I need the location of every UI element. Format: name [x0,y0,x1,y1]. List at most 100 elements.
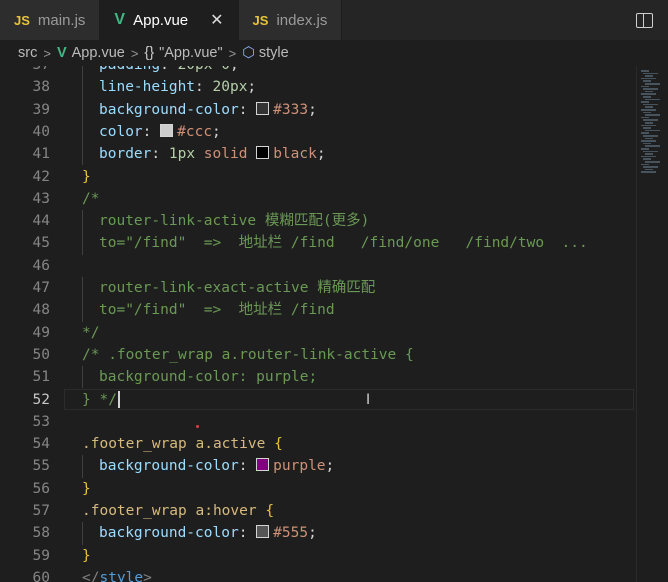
code-token: line-height [99,79,196,96]
line-number: 38 [32,79,50,96]
code-token: #333 [273,101,309,118]
minimap-line [641,124,656,127]
vue-file-icon: V [114,11,126,28]
code-line[interactable]: 57 .footer_wrap a:hover { [0,500,636,522]
code-token: ; [316,146,326,163]
code-line[interactable]: 39 background-color: #333; [0,98,636,121]
indent-guide [82,366,83,389]
indent-guide [82,143,83,166]
minimap-line [643,127,651,129]
color-swatch[interactable] [160,123,174,137]
breadcrumb-folder[interactable]: src [18,45,37,61]
minimap-line [643,88,658,90]
code-line[interactable]: 51 background-color: purple; [0,366,636,389]
color-swatch[interactable] [256,525,270,539]
code-line[interactable]: 49 */ [0,322,636,344]
code-line[interactable]: 58 background-color: #555; [0,522,636,545]
minimap-line [645,168,653,171]
minimap-line [641,101,649,103]
text-cursor [117,391,120,408]
code-token: </ [82,569,100,582]
tab-app-vue[interactable]: V App.vue ✕ [100,0,239,40]
code-line[interactable]: 48 to="/find" => 地址栏 /find [0,299,636,322]
code-text: } */ [82,389,120,411]
indent-guide [82,210,83,233]
minimap-line [645,145,660,147]
code-text: padding: 20px 0; [99,66,239,76]
indent-guide [82,66,83,77]
minimap-line [645,129,660,132]
code-line[interactable]: 46 [0,255,636,277]
code-token: /* [82,190,100,207]
minimap-line [645,83,660,85]
code-text: } [82,166,91,188]
close-icon[interactable]: ✕ [210,10,223,30]
minimap-line [645,75,653,77]
minimap-line [645,98,660,101]
breadcrumb-component[interactable]: "App.vue" [159,45,223,61]
code-line[interactable]: 50 /* .footer_wrap a.router-link-active { [0,344,636,366]
code-line[interactable]: 52} */ [0,388,636,411]
minimap-line [645,137,653,140]
code-token: background-color [99,101,239,118]
code-token: style [99,569,144,582]
line-number: 44 [32,213,50,230]
code-token: */ [82,324,100,341]
code-line[interactable]: 41 border: 1px solid black; [0,143,636,166]
line-number: 56 [32,480,50,497]
code-line[interactable]: 44 router-link-active 模糊匹配(更多) [0,210,636,233]
code-token: 0 [221,66,230,73]
code-line[interactable]: 59} [0,545,636,567]
code-line[interactable]: 45 to="/find" => 地址栏 /find /find/one /fin… [0,232,636,255]
code-token: purple [273,458,326,475]
line-number: 49 [32,324,50,341]
tab-index-js[interactable]: JS index.js [238,0,343,40]
breadcrumb-section[interactable]: style [259,45,289,61]
code-line[interactable]: 56} [0,478,636,500]
minimap-line [641,116,649,119]
tab-bar-empty-area [342,0,620,40]
line-number: 53 [32,413,50,430]
code-token: solid [203,146,248,163]
code-editor[interactable]: 37padding: 20px 0;38line-height: 20px;39… [0,66,636,582]
code-line[interactable]: 53 [0,411,636,433]
code-line[interactable]: 60 </style> [0,567,636,582]
color-swatch[interactable] [256,146,270,160]
line-number: 48 [32,302,50,319]
minimap-line [643,96,651,98]
minimap-line [645,153,653,155]
code-token: background-color [99,458,239,475]
current-line-highlight [64,388,634,410]
tab-label: App.vue [133,11,189,29]
code-text: .footer_wrap a:hover { [82,500,274,522]
code-line[interactable]: 55 background-color: purple; [0,455,636,478]
minimap-line [645,122,653,124]
code-text: line-height: 20px; [99,76,256,98]
minimap-line [643,103,658,106]
code-token: } [82,547,91,564]
split-editor-button[interactable] [620,0,668,40]
code-line[interactable]: 40 color: #ccc; [0,120,636,144]
code-token: 20px [212,79,248,96]
indent-guide [82,120,83,144]
minimap-line [641,140,656,142]
minimap-line [641,155,656,158]
editor-tab-bar: JS main.js V App.vue ✕ JS index.js [0,0,668,40]
minimap[interactable] [636,66,668,582]
minimap-line [645,161,660,163]
breadcrumb-file[interactable]: App.vue [72,45,125,61]
code-text: to="/find" => 地址栏 /find /find/one /find/… [99,232,588,254]
code-line[interactable]: 43 /* [0,188,636,210]
tab-main-js[interactable]: JS main.js [0,0,101,40]
code-token: black [273,146,317,163]
code-token: } */ [82,391,117,408]
code-line[interactable]: 38 line-height: 20px; [0,76,636,99]
code-line[interactable]: 47 router-link-exact-active 精确匹配 [0,277,636,300]
color-swatch[interactable] [256,101,270,115]
code-token: border [99,146,152,163]
code-line[interactable]: 42} [0,166,636,188]
code-token: : [238,458,257,475]
color-swatch[interactable] [256,458,270,472]
code-line[interactable]: 37 padding: 20px 0; [0,66,636,77]
code-line[interactable]: 54 .footer_wrap a.active { [0,433,636,455]
